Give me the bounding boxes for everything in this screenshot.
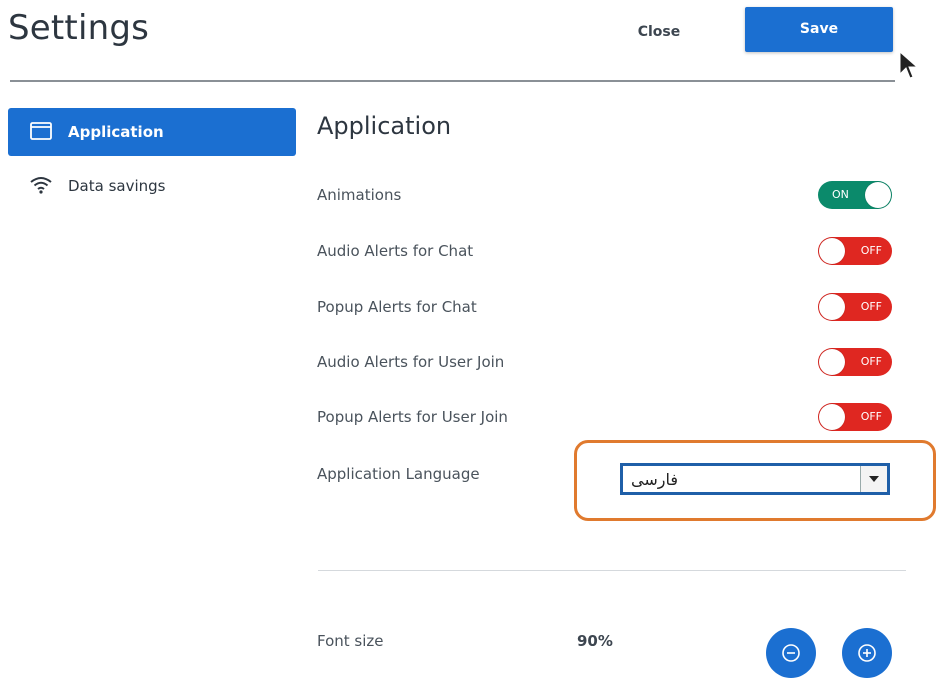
minus-circle-icon (782, 644, 800, 662)
window-icon (30, 122, 52, 144)
language-select-value: فارسی (631, 470, 678, 489)
popup-alerts-chat-toggle[interactable]: OFF (818, 293, 892, 321)
toggle-state: OFF (860, 300, 882, 313)
animations-label: Animations (317, 186, 402, 204)
wifi-icon (30, 176, 52, 198)
header-divider (10, 80, 895, 82)
sidebar-item-label: Application (68, 123, 164, 141)
save-button[interactable]: Save (745, 7, 893, 52)
dropdown-arrow-icon[interactable] (860, 466, 887, 492)
plus-circle-icon (858, 644, 876, 662)
toggle-knob (819, 404, 845, 430)
language-select[interactable]: فارسی (620, 463, 890, 495)
toggle-knob (819, 238, 845, 264)
popup-alerts-user-join-label: Popup Alerts for User Join (317, 408, 508, 426)
toggle-knob (819, 294, 845, 320)
popup-alerts-user-join-toggle[interactable]: OFF (818, 403, 892, 431)
sidebar-item-label: Data savings (68, 177, 166, 195)
toggle-knob (865, 182, 891, 208)
animations-toggle[interactable]: ON (818, 181, 892, 209)
section-divider (318, 570, 906, 571)
audio-alerts-user-join-label: Audio Alerts for User Join (317, 353, 505, 371)
font-size-value: 90% (577, 632, 613, 650)
decrease-font-button[interactable] (766, 628, 816, 678)
application-language-label: Application Language (317, 465, 480, 483)
audio-alerts-chat-toggle[interactable]: OFF (818, 237, 892, 265)
increase-font-button[interactable] (842, 628, 892, 678)
sidebar-item-data-savings[interactable]: Data savings (8, 162, 296, 210)
font-size-label: Font size (317, 632, 384, 650)
toggle-state: OFF (860, 244, 882, 257)
audio-alerts-user-join-toggle[interactable]: OFF (818, 348, 892, 376)
toggle-state: OFF (860, 410, 882, 423)
close-button[interactable]: Close (626, 18, 692, 46)
popup-alerts-chat-label: Popup Alerts for Chat (317, 298, 477, 316)
toggle-state: OFF (860, 355, 882, 368)
toggle-state: ON (832, 188, 849, 201)
section-title: Application (317, 112, 452, 140)
mouse-cursor-icon (899, 50, 918, 79)
page-title: Settings (8, 8, 150, 48)
sidebar-item-application[interactable]: Application (8, 108, 296, 156)
toggle-knob (819, 349, 845, 375)
audio-alerts-chat-label: Audio Alerts for Chat (317, 242, 474, 260)
